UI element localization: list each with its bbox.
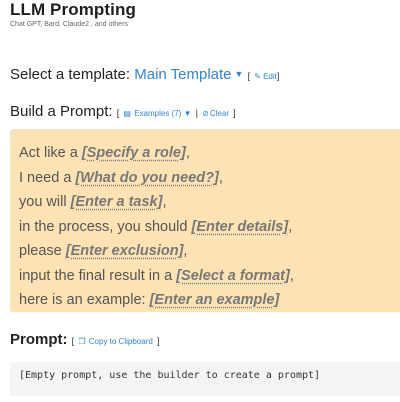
builder-line-format: input the final result in a [Select a fo… [19, 264, 400, 289]
builder-line-role: Act like a [Specify a role], [19, 141, 400, 166]
build-label: Build a Prompt: [10, 103, 113, 120]
line-suffix: , [288, 218, 293, 235]
builder-line-exclusion: please [Enter exclusion], [19, 239, 400, 264]
prompt-builder: Act like a [Specify a role], I need a [W… [10, 129, 400, 312]
line-text: Act like a [19, 145, 82, 161]
template-row: Select a template: Main Template ▼ [✎ Edi… [10, 66, 279, 83]
app-header: LLM Prompting Chat GPT, Bard, Claude2 , … [10, 0, 136, 28]
format-placeholder[interactable]: [Select a format] [176, 268, 290, 284]
template-dropdown[interactable]: Main Template ▼ [134, 66, 243, 83]
line-text: I need a [19, 169, 76, 186]
app-title: LLM Prompting [10, 0, 136, 19]
pencil-icon: ✎ [254, 72, 261, 81]
line-suffix: , [218, 169, 223, 186]
line-suffix: , [183, 243, 188, 259]
role-placeholder[interactable]: [Specify a role] [82, 145, 186, 161]
bracket-close: ] [233, 108, 236, 118]
book-icon: ▤ [123, 109, 131, 118]
line-text: input the final result in a [19, 267, 177, 284]
clear-icon: ⊘ [202, 109, 209, 118]
details-placeholder[interactable]: [Enter details] [192, 219, 289, 235]
task-placeholder[interactable]: [Enter a task] [71, 194, 163, 210]
template-selected-value: Main Template [134, 66, 232, 83]
line-suffix: , [162, 194, 167, 210]
exclusion-placeholder[interactable]: [Enter exclusion] [66, 243, 184, 259]
bracket-close: ] [276, 71, 280, 81]
app-subtitle: Chat GPT, Bard, Claude2 , and others [10, 21, 128, 28]
line-suffix: , [289, 267, 294, 284]
edit-label: Edit [263, 72, 277, 81]
line-text: in the process, you should [19, 218, 192, 235]
clear-button[interactable]: ⊘Clear [202, 109, 229, 118]
example-placeholder[interactable]: [Enter an example] [150, 292, 280, 308]
bracket-open: [ [247, 71, 251, 81]
bracket-open: [ [116, 108, 120, 118]
builder-line-example: here is an example: [Enter an example] [19, 288, 400, 313]
bracket-close: ] [156, 336, 160, 346]
chevron-down-icon: ▼ [183, 109, 192, 118]
chevron-down-icon: ▼ [234, 69, 244, 79]
template-label: Select a template: [10, 66, 131, 83]
separator: | [195, 108, 198, 118]
builder-line-task: you will [Enter a task], [19, 190, 400, 215]
builder-line-details: in the process, you should [Enter detail… [19, 215, 400, 240]
line-text: here is an example: [19, 292, 150, 308]
examples-label: Examples (7) [134, 109, 182, 118]
copy-icon: ❐ [78, 337, 86, 346]
bracket-open: [ [71, 336, 75, 346]
builder-line-need: I need a [What do you need?], [19, 166, 400, 191]
copy-to-clipboard-button[interactable]: ❐ Copy to Clipboard [78, 337, 152, 346]
prompt-label: Prompt: [10, 331, 68, 348]
copy-label: Copy to Clipboard [88, 337, 153, 346]
clear-label: Clear [209, 109, 229, 118]
build-row: Build a Prompt: [ ▤ Examples (7) ▼ | ⊘Cl… [10, 103, 236, 120]
prompt-output: [Empty prompt, use the builder to create… [10, 362, 400, 396]
examples-dropdown[interactable]: ▤ Examples (7) ▼ [123, 109, 191, 118]
prompt-row: Prompt: [ ❐ Copy to Clipboard ] [10, 331, 160, 348]
line-suffix: , [185, 145, 190, 161]
need-placeholder[interactable]: [What do you need?] [75, 170, 218, 186]
line-text: please [19, 243, 66, 259]
edit-template-link[interactable]: ✎ Edit [254, 72, 277, 81]
line-text: you will [19, 194, 71, 210]
